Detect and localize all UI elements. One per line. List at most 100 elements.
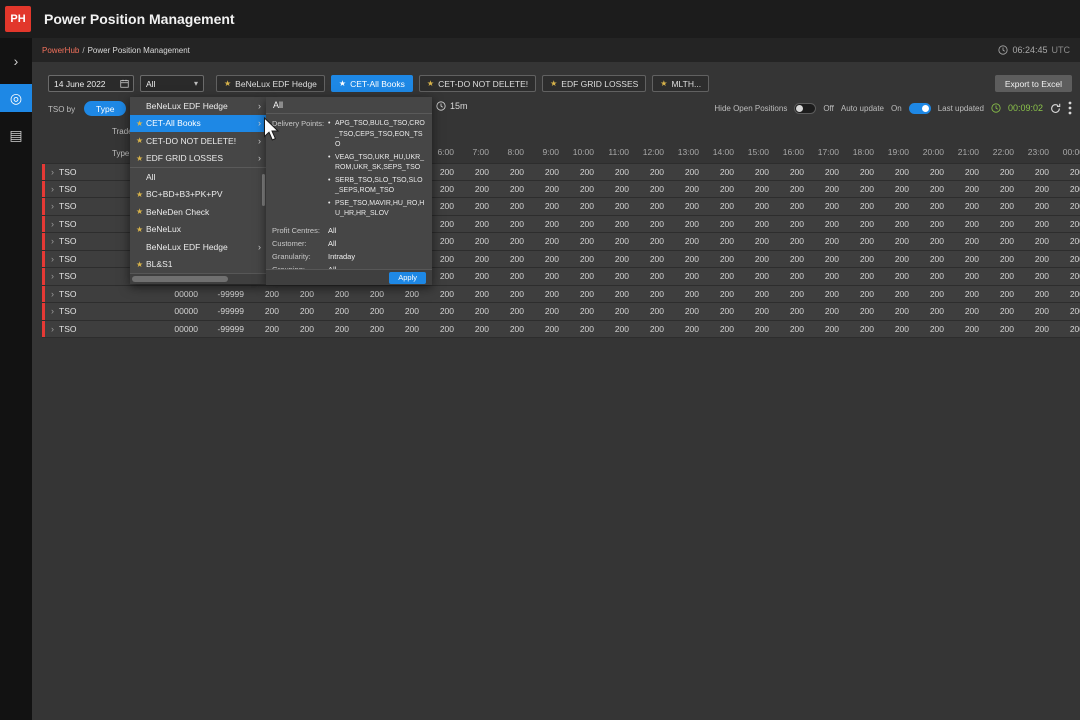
position-cell: 200 (878, 254, 913, 264)
book-chip-edf-grid-losses[interactable]: ★EDF GRID LOSSES (542, 75, 646, 92)
position-cell: 200 (948, 167, 983, 177)
expand-row-icon[interactable]: › (51, 167, 54, 177)
expand-row-icon[interactable]: › (51, 271, 54, 281)
position-cell: 200 (528, 201, 563, 211)
menu-item-label: BC+BD+B3+PK+PV (146, 189, 261, 199)
position-cell: 200 (878, 219, 913, 229)
position-cell: 200 (633, 236, 668, 246)
position-cell: 200 (738, 236, 773, 246)
position-cell: 200 (703, 254, 738, 264)
time-column-header: 15:00 (738, 147, 773, 157)
position-cell: 200 (563, 201, 598, 211)
expand-row-icon[interactable]: › (51, 254, 54, 264)
position-cell: 200 (458, 254, 493, 264)
position-cell: 200 (773, 271, 808, 281)
menu-item-cet-do-not-delete[interactable]: ★CET-DO NOT DELETE!› (130, 132, 266, 150)
book-item-list: All★BC+BD+B3+PK+PV★BeNeDen Check★BeNeLux… (130, 167, 266, 273)
book-chip-label: CET-DO NOT DELETE! (438, 79, 528, 89)
time-column-header: 00:00 (1053, 147, 1080, 157)
expand-row-icon[interactable]: › (51, 289, 54, 299)
tso-by-type-toggle[interactable]: Type (84, 101, 126, 116)
row-label: TSO (59, 324, 76, 334)
position-cell: 200 (913, 289, 948, 299)
expand-row-icon[interactable]: › (51, 236, 54, 246)
apply-button[interactable]: Apply (389, 272, 426, 284)
book-chip-benelux-edf-hedge[interactable]: ★BeNeLux EDF Hedge (216, 75, 325, 92)
reports-nav-icon[interactable]: ▤ (0, 121, 32, 149)
row-label: TSO (59, 236, 76, 246)
menu-item-bc-bd-b3-pk-pv[interactable]: ★BC+BD+B3+PK+PV (130, 186, 266, 204)
book-chip-cet-all-books[interactable]: ★CET-All Books (331, 75, 413, 92)
position-cell: 200 (1018, 201, 1053, 211)
position-cell: 200 (1053, 201, 1080, 211)
clock-icon (998, 45, 1008, 55)
hide-open-positions-toggle[interactable] (794, 103, 816, 114)
position-cell: 200 (668, 219, 703, 229)
scrollbar-thumb[interactable] (132, 276, 228, 282)
utc-time: 06:24:45 (1012, 45, 1047, 55)
position-cell: 200 (703, 324, 738, 334)
export-to-excel-button[interactable]: Export to Excel (995, 75, 1072, 92)
more-options-icon[interactable] (1068, 101, 1072, 115)
book-chip-mlth[interactable]: ★MLTH... (652, 75, 709, 92)
position-cell: 200 (808, 184, 843, 194)
menu-item-edf-grid-losses[interactable]: ★EDF GRID LOSSES› (130, 150, 266, 168)
position-cell: 200 (528, 254, 563, 264)
position-cell: 200 (773, 201, 808, 211)
position-cell: 200 (353, 324, 388, 334)
detail-field-label: Delivery Points: (272, 119, 328, 222)
row-total-cell: -99999 (202, 306, 248, 316)
chevron-down-icon: ▾ (194, 79, 198, 88)
menu-item-all[interactable]: All (130, 168, 266, 186)
expand-row-icon[interactable]: › (51, 184, 54, 194)
calendar-icon[interactable] (120, 79, 129, 88)
star-icon: ★ (136, 260, 146, 269)
position-cell: 200 (843, 289, 878, 299)
menu-item-beneden-check[interactable]: ★BeNeDen Check (130, 203, 266, 221)
menu-item-bl-s1[interactable]: ★BL&S1 (130, 256, 266, 274)
book-chip-cet-do-not-delete[interactable]: ★CET-DO NOT DELETE! (419, 75, 536, 92)
menu-item-benelux-edf-hedge[interactable]: BeNeLux EDF Hedge› (130, 238, 266, 256)
book-filter-select[interactable]: All ▾ (140, 75, 204, 92)
expand-row-icon[interactable]: › (51, 219, 54, 229)
position-cell: 200 (493, 201, 528, 211)
book-selector-menu: BeNeLux EDF Hedge›★CET-All Books›★CET-DO… (130, 97, 266, 284)
menu-scrollbar[interactable] (262, 174, 265, 206)
row-accent-bar (42, 233, 45, 250)
auto-update-toggle[interactable] (909, 103, 931, 114)
menu-horizontal-scrollbar[interactable] (130, 273, 266, 284)
breadcrumb-app-link[interactable]: PowerHub (42, 46, 79, 55)
position-cell: 200 (843, 219, 878, 229)
position-cell: 200 (528, 289, 563, 299)
position-cell: 200 (563, 167, 598, 177)
nav-sidebar: › ◎ ▤ (0, 38, 32, 720)
position-cell: 200 (948, 184, 983, 194)
positions-nav-icon[interactable]: ◎ (0, 84, 32, 112)
menu-item-benelux-edf-hedge[interactable]: BeNeLux EDF Hedge› (130, 97, 266, 115)
position-cell: 200 (248, 289, 283, 299)
detail-field: Delivery Points:APG_TSO,BULG_TSO,CRO_TSO… (272, 119, 426, 222)
position-cell: 200 (458, 271, 493, 281)
position-cell: 200 (423, 289, 458, 299)
position-cell: 200 (493, 236, 528, 246)
row-label: TSO (59, 219, 76, 229)
granularity-indicator[interactable]: 15m (436, 101, 468, 111)
row-accent-bar (42, 251, 45, 268)
menu-item-benelux[interactable]: ★BeNeLux (130, 221, 266, 239)
delivery-points-list: APG_TSO,BULG_TSO,CRO_TSO,CEPS_TSO,EON_TS… (328, 119, 426, 222)
position-cell: 200 (773, 289, 808, 299)
expand-row-icon[interactable]: › (51, 201, 54, 211)
position-cell: 200 (703, 184, 738, 194)
expand-row-icon[interactable]: › (51, 324, 54, 334)
menu-item-cet-all-books[interactable]: ★CET-All Books› (130, 115, 266, 133)
refresh-icon[interactable] (1050, 103, 1061, 114)
star-icon: ★ (550, 79, 557, 88)
chevron-right-icon: › (258, 118, 261, 128)
position-cell: 200 (773, 167, 808, 177)
position-cell: 200 (563, 324, 598, 334)
expand-row-icon[interactable]: › (51, 306, 54, 316)
position-cell: 200 (983, 289, 1018, 299)
menu-item-label: BeNeLux (146, 224, 261, 234)
expand-sidebar-icon[interactable]: › (0, 47, 32, 75)
position-cell: 200 (878, 167, 913, 177)
